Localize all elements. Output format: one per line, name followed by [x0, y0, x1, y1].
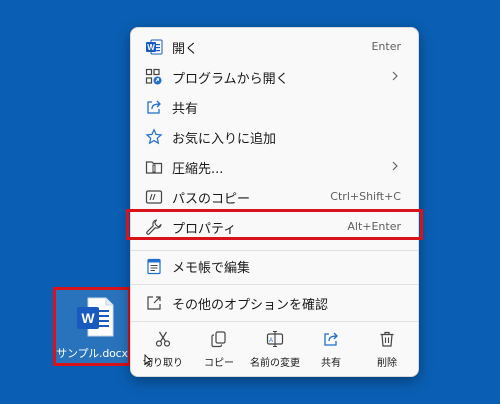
- svg-text:A: A: [269, 338, 273, 344]
- desktop-file-icon[interactable]: W サンプル.docx: [53, 287, 131, 366]
- rename-button[interactable]: A 名前の変更: [246, 330, 304, 374]
- mouse-cursor-icon: [144, 354, 152, 366]
- menu-item-copy-path[interactable]: パスのコピー Ctrl+Shift+C: [135, 182, 414, 212]
- menu-item-compress[interactable]: 圧縮先...: [135, 152, 414, 182]
- open-with-icon: [145, 68, 162, 85]
- menu-item-label: お気に入りに追加: [172, 132, 277, 147]
- file-name-label: サンプル.docx: [56, 347, 128, 360]
- svg-text:W: W: [147, 43, 155, 52]
- word-icon: W: [146, 39, 163, 55]
- copy-button[interactable]: コピー: [190, 330, 248, 374]
- scissors-icon: [155, 331, 171, 347]
- context-menu: W 開く Enter プログラムから開く 共有 お気に入りに追加 圧縮先... …: [130, 27, 419, 377]
- trash-icon: [380, 331, 394, 347]
- word-document-icon: W: [77, 297, 114, 337]
- menu-item-shortcut: Enter: [371, 40, 401, 53]
- menu-item-label: 共有: [172, 102, 199, 117]
- notepad-icon: [147, 258, 161, 275]
- delete-button[interactable]: 削除: [358, 330, 416, 374]
- menu-item-label: プログラムから開く: [172, 72, 289, 87]
- chevron-right-icon: [392, 161, 398, 171]
- menu-item-more-options[interactable]: その他のオプションを確認: [135, 288, 414, 318]
- action-label: 名前の変更: [250, 358, 300, 369]
- share-button[interactable]: 共有: [302, 330, 360, 374]
- cut-button[interactable]: 切り取り: [134, 330, 192, 374]
- copy-icon: [211, 331, 226, 348]
- menu-item-shortcut: Ctrl+Shift+C: [330, 190, 401, 203]
- menu-item-label: パスのコピー: [172, 192, 251, 207]
- star-icon: [145, 128, 163, 145]
- menu-item-open-with[interactable]: プログラムから開く: [135, 62, 414, 92]
- menu-item-open[interactable]: W 開く Enter: [135, 32, 414, 62]
- zip-folder-icon: [145, 161, 163, 174]
- more-options-icon: [147, 296, 161, 310]
- desktop: W サンプル.docx W 開く Enter プログラムから開く 共有 お気に入…: [0, 0, 500, 404]
- action-label: コピー: [204, 358, 234, 369]
- action-label: 共有: [321, 358, 341, 369]
- menu-item-label: その他のオプションを確認: [172, 298, 329, 313]
- rename-icon: A: [266, 330, 284, 348]
- menu-item-add-favorite[interactable]: お気に入りに追加: [135, 122, 414, 152]
- action-label: 切り取り: [143, 358, 183, 369]
- copy-path-icon: [145, 190, 163, 204]
- share-icon: [147, 100, 161, 114]
- menu-item-share[interactable]: 共有: [135, 92, 414, 122]
- menu-item-label: メモ帳で編集: [172, 261, 251, 276]
- svg-text:W: W: [81, 310, 95, 326]
- properties-highlight-box: [126, 209, 423, 240]
- action-label: 削除: [377, 358, 397, 369]
- menu-item-edit-notepad[interactable]: メモ帳で編集: [135, 251, 414, 281]
- menu-item-label: 圧縮先...: [172, 162, 224, 177]
- quick-action-bar: 切り取り コピー A 名前の変更 共有 削除: [131, 322, 418, 378]
- chevron-right-icon: [392, 71, 398, 81]
- menu-separator: [131, 284, 418, 285]
- menu-item-label: 開く: [172, 42, 199, 57]
- share-icon: [324, 332, 338, 346]
